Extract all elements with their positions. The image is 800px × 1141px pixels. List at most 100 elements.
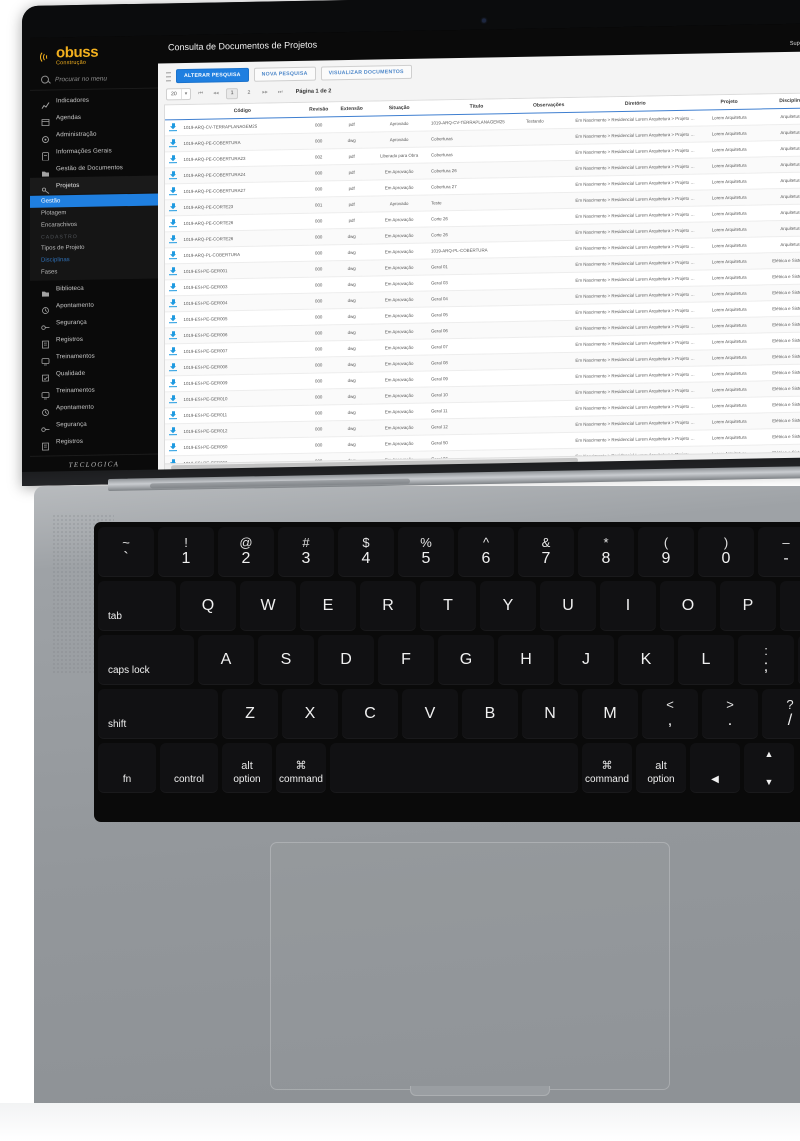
key-j[interactable]: J bbox=[558, 635, 614, 685]
visualizar-documentos-button[interactable]: VISUALIZAR DOCUMENTOS bbox=[320, 64, 412, 81]
key-6[interactable]: ^ 6 bbox=[458, 527, 514, 577]
key-y[interactable]: Y bbox=[480, 581, 536, 631]
key-punct-0[interactable]: :; bbox=[738, 635, 794, 685]
download-cell[interactable] bbox=[165, 343, 182, 360]
key-1[interactable]: ! 1 bbox=[158, 527, 214, 577]
column-header[interactable]: Revisão bbox=[303, 102, 335, 118]
key-g[interactable]: G bbox=[438, 635, 494, 685]
download-icon[interactable] bbox=[169, 171, 178, 180]
key-p[interactable]: P bbox=[720, 581, 776, 631]
drag-handle-icon[interactable] bbox=[166, 71, 171, 81]
download-icon[interactable] bbox=[169, 267, 178, 276]
key-f[interactable]: F bbox=[378, 635, 434, 685]
key-w[interactable]: W bbox=[240, 581, 296, 631]
last-page-button[interactable]: ⏭ bbox=[275, 88, 286, 97]
key-symbol-2[interactable]: ? / bbox=[762, 689, 800, 739]
download-icon[interactable] bbox=[169, 299, 178, 308]
column-header[interactable]: Situação bbox=[369, 100, 430, 117]
download-cell[interactable] bbox=[165, 151, 182, 168]
download-cell[interactable] bbox=[165, 167, 182, 184]
key-q[interactable]: Q bbox=[180, 581, 236, 631]
download-icon[interactable] bbox=[169, 427, 178, 436]
download-cell[interactable] bbox=[165, 263, 182, 280]
download-cell[interactable] bbox=[165, 215, 182, 232]
download-cell[interactable] bbox=[165, 439, 182, 456]
download-icon[interactable] bbox=[169, 187, 178, 196]
page-number-1[interactable]: 1 bbox=[225, 87, 239, 99]
key-c[interactable]: C bbox=[342, 689, 398, 739]
column-header[interactable]: Extensão bbox=[334, 101, 370, 117]
download-cell[interactable] bbox=[165, 231, 182, 248]
download-icon[interactable] bbox=[169, 411, 178, 420]
column-header[interactable]: Projeto bbox=[697, 94, 762, 111]
key-caps-lock[interactable]: caps lock bbox=[98, 635, 194, 685]
download-icon[interactable] bbox=[169, 331, 178, 340]
key-s[interactable]: S bbox=[258, 635, 314, 685]
download-icon[interactable] bbox=[169, 251, 178, 260]
key-2[interactable]: @2 bbox=[218, 527, 274, 577]
key-m[interactable]: M bbox=[582, 689, 638, 739]
download-cell[interactable] bbox=[165, 359, 182, 376]
key-4[interactable]: $4 bbox=[338, 527, 394, 577]
key-3[interactable]: #3 bbox=[278, 527, 334, 577]
key-n[interactable]: N bbox=[522, 689, 578, 739]
download-cell[interactable] bbox=[165, 199, 182, 216]
key-command-3[interactable]: ⌘ command bbox=[276, 743, 326, 793]
key-i[interactable]: I bbox=[600, 581, 656, 631]
key-b[interactable]: B bbox=[462, 689, 518, 739]
download-icon[interactable] bbox=[169, 283, 178, 292]
key-bracket-0[interactable]: {[ bbox=[780, 581, 800, 631]
key-tab[interactable]: tab bbox=[98, 581, 176, 631]
download-icon[interactable] bbox=[169, 395, 178, 404]
download-cell[interactable] bbox=[165, 311, 182, 328]
alterar-pesquisa-button[interactable]: ALTERAR PESQUISA bbox=[176, 67, 249, 84]
download-cell[interactable] bbox=[165, 183, 182, 200]
download-cell[interactable] bbox=[165, 327, 182, 344]
download-cell[interactable] bbox=[165, 423, 182, 440]
download-icon[interactable] bbox=[169, 139, 178, 148]
key-8[interactable]: * 8 bbox=[578, 527, 634, 577]
download-cell[interactable] bbox=[165, 407, 182, 424]
key-arrow-up-down[interactable]: ▲ ▼ bbox=[744, 743, 794, 793]
key-option-6[interactable]: alt option bbox=[636, 743, 686, 793]
key-u[interactable]: U bbox=[540, 581, 596, 631]
download-icon[interactable] bbox=[169, 315, 178, 324]
key-r[interactable]: R bbox=[360, 581, 416, 631]
trackpad[interactable] bbox=[270, 842, 670, 1090]
key-shift[interactable]: shift bbox=[98, 689, 218, 739]
page-number-2[interactable]: 2 bbox=[242, 87, 255, 98]
download-cell[interactable] bbox=[165, 247, 182, 264]
download-icon[interactable] bbox=[169, 347, 178, 356]
first-page-button[interactable]: ⏮ bbox=[195, 89, 206, 98]
download-icon[interactable] bbox=[169, 123, 178, 132]
nova-pesquisa-button[interactable]: NOVA PESQUISA bbox=[253, 66, 316, 82]
key-e[interactable]: E bbox=[300, 581, 356, 631]
app-logo[interactable]: obuss Construção bbox=[30, 36, 158, 72]
download-cell[interactable] bbox=[165, 295, 182, 312]
column-header[interactable] bbox=[165, 105, 182, 120]
download-icon[interactable] bbox=[169, 235, 178, 244]
key-9[interactable]: (9 bbox=[638, 527, 694, 577]
download-cell[interactable] bbox=[165, 391, 182, 408]
download-icon[interactable] bbox=[169, 379, 178, 388]
key-d[interactable]: D bbox=[318, 635, 374, 685]
download-cell[interactable] bbox=[165, 375, 182, 392]
download-cell[interactable] bbox=[165, 279, 182, 296]
key-v[interactable]: V bbox=[402, 689, 458, 739]
key-command-5[interactable]: ⌘ command bbox=[582, 743, 632, 793]
key-0[interactable]: ) 0 bbox=[698, 527, 754, 577]
key-7[interactable]: & 7 bbox=[518, 527, 574, 577]
key-symbol-0[interactable]: <, bbox=[642, 689, 698, 739]
key-a[interactable]: A bbox=[198, 635, 254, 685]
column-header[interactable]: Disciplina bbox=[761, 93, 800, 109]
key-option-2[interactable]: alt option bbox=[222, 743, 272, 793]
download-icon[interactable] bbox=[169, 203, 178, 212]
key-o[interactable]: O bbox=[660, 581, 716, 631]
download-cell[interactable] bbox=[165, 135, 182, 152]
key-fn-0[interactable]: fn bbox=[98, 743, 156, 793]
prev-page-button[interactable]: ◂◂ bbox=[210, 89, 221, 97]
download-icon[interactable] bbox=[169, 443, 178, 452]
support-link[interactable]: Suporte e bbox=[790, 40, 800, 46]
key-5[interactable]: % 5 bbox=[398, 527, 454, 577]
key--[interactable]: – - bbox=[758, 527, 800, 577]
